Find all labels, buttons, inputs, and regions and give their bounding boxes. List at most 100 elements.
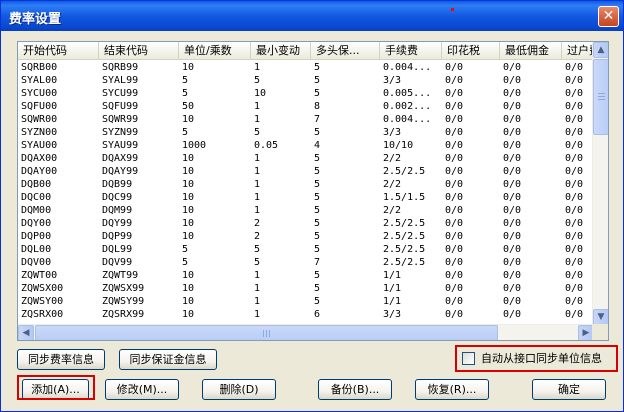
ok-button[interactable]: 确定 (532, 379, 606, 400)
scroll-up-button[interactable]: ▲ (593, 42, 608, 58)
table-cell: 5 (314, 205, 321, 216)
table-cell: 5 (314, 296, 321, 307)
scroll-down-button[interactable]: ▼ (593, 309, 608, 325)
table-row[interactable]: DQV00 DQV99 5 5 7 2.5/2.5 0/0 0/0 0/0 (18, 256, 594, 269)
horizontal-scroll-thumb[interactable] (35, 325, 498, 340)
table-cell: SYZN99 (102, 127, 139, 138)
table-cell: 3/3 (383, 75, 402, 86)
scrollbar-corner (592, 324, 608, 340)
table-row[interactable]: DQY00 DQY99 10 2 5 2.5/2.5 0/0 0/0 0/0 (18, 217, 594, 230)
table-cell: 0/0 (565, 62, 584, 73)
rate-list[interactable]: 开始代码 结束代码 单位/乘数 最小变动 多头保... 手续费 印花税 最低佣金 过户费 SQR… (17, 41, 609, 341)
table-cell: 0/0 (503, 127, 522, 138)
table-cell: 10 (182, 166, 195, 177)
table-cell: ZQWT99 (102, 270, 139, 281)
table-row[interactable]: SYAU00 SYAU99 1000 0.05 4 10/10 0/0 0/0 0/0 (18, 139, 594, 152)
table-cell: 10 (182, 62, 195, 73)
table-cell: ZQWSX00 (21, 283, 64, 294)
table-cell: 0.05 (254, 140, 279, 151)
table-row[interactable]: DQAY00 DQAY99 10 1 5 2.5/2.5 0/0 0/0 0/0 (18, 165, 594, 178)
title-bar[interactable]: 费率设置 ✕ (1, 1, 623, 31)
table-cell: 5 (314, 218, 321, 229)
vertical-scroll-thumb[interactable] (593, 59, 608, 135)
table-row[interactable]: ZQSRX00 ZQSRX99 10 1 6 3/3 0/0 0/0 0/0 (18, 308, 594, 321)
table-cell: 0/0 (565, 218, 584, 229)
delete-button[interactable]: 删除(D) (202, 379, 276, 400)
table-cell: 5 (314, 244, 321, 255)
table-row[interactable]: DQAX00 DQAX99 10 1 5 2/2 0/0 0/0 0/0 (18, 152, 594, 165)
table-row[interactable]: SQWR00 SQWR99 10 1 7 0.004... 0/0 0/0 0/0 (18, 113, 594, 126)
thumb-grip (263, 330, 264, 337)
table-cell: 10 (182, 283, 195, 294)
vertical-scrollbar[interactable]: ▲ ▼ (592, 42, 608, 325)
table-row[interactable]: DQP00 DQP99 10 2 5 2.5/2.5 0/0 0/0 0/0 (18, 230, 594, 243)
table-cell: 5 (314, 153, 321, 164)
table-cell: 0/0 (503, 101, 522, 112)
restore-button[interactable]: 恢复(R)... (415, 379, 489, 400)
table-cell: 0/0 (565, 231, 584, 242)
table-cell: 1000 (182, 140, 207, 151)
column-header[interactable]: 开始代码 (18, 42, 99, 60)
table-row[interactable]: ZQWSY00 ZQWSY99 10 1 5 1/1 0/0 0/0 0/0 (18, 295, 594, 308)
table-cell: 1 (254, 205, 261, 216)
table-cell: 10 (182, 296, 195, 307)
table-cell: 0/0 (445, 283, 464, 294)
table-cell: 1 (254, 166, 261, 177)
table-row[interactable]: DQB00 DQB99 10 1 5 2/2 0/0 0/0 0/0 (18, 178, 594, 191)
table-cell: DQB00 (21, 179, 52, 190)
table-cell: 1 (254, 114, 261, 125)
auto-sync-checkbox[interactable] (462, 352, 475, 365)
close-button[interactable]: ✕ (598, 6, 619, 27)
table-cell: DQP99 (102, 231, 133, 242)
table-row[interactable]: ZQWT00 ZQWT99 10 1 5 1/1 0/0 0/0 0/0 (18, 269, 594, 282)
column-header[interactable]: 多头保... (311, 42, 380, 60)
table-cell: 0/0 (503, 296, 522, 307)
table-cell: ZQSRX99 (102, 309, 145, 320)
column-header[interactable]: 印花税 (442, 42, 500, 60)
table-cell: 10 (182, 153, 195, 164)
add-button-highlight (17, 375, 95, 400)
table-row[interactable]: SQRB00 SQRB99 10 1 5 0.004... 0/0 0/0 0/0 (18, 61, 594, 74)
table-cell: 5 (314, 127, 321, 138)
table-cell: 2.5/2.5 (383, 218, 426, 229)
table-cell: 0/0 (565, 296, 584, 307)
column-header[interactable]: 最小变动 (251, 42, 311, 60)
table-cell: ZQWSX99 (102, 283, 145, 294)
table-cell: 10 (182, 192, 195, 203)
column-header[interactable]: 手续费 (380, 42, 442, 60)
table-cell: 1/1 (383, 270, 402, 281)
auto-sync-label[interactable]: 自动从接口同步单位信息 (481, 352, 602, 365)
table-row[interactable]: DQL00 DQL99 5 5 5 2.5/2.5 0/0 0/0 0/0 (18, 243, 594, 256)
sync-margin-button[interactable]: 同步保证金信息 (119, 349, 217, 370)
thumb-grip (598, 93, 605, 94)
column-header[interactable]: 结束代码 (99, 42, 179, 60)
scroll-left-button[interactable]: ◀ (18, 325, 34, 340)
table-cell: SQRB00 (21, 62, 58, 73)
table-cell: 0/0 (503, 62, 522, 73)
table-cell: 5 (254, 127, 261, 138)
table-row[interactable]: DQC00 DQC99 10 1 5 1.5/1.5 0/0 0/0 0/0 (18, 191, 594, 204)
rate-settings-dialog: 费率设置 ✕ 开始代码 结束代码 单位/乘数 最小变动 多头保... 手续费 印花税 最低佣金… (0, 0, 624, 412)
table-cell: 5 (254, 257, 261, 268)
sync-rate-button[interactable]: 同步费率信息 (17, 349, 105, 370)
table-row[interactable]: SQFU00 SQFU99 50 1 8 0.002... 0/0 0/0 0/0 (18, 100, 594, 113)
column-header[interactable]: 最低佣金 (500, 42, 562, 60)
table-cell: 0/0 (445, 231, 464, 242)
table-row[interactable]: SYZN00 SYZN99 5 5 5 3/3 0/0 0/0 0/0 (18, 126, 594, 139)
modify-button[interactable]: 修改(M)... (105, 379, 179, 400)
table-cell: 0/0 (503, 179, 522, 190)
table-cell: DQL99 (102, 244, 133, 255)
table-cell: 1 (254, 296, 261, 307)
horizontal-scrollbar[interactable]: ◀ ▶ (18, 324, 594, 340)
list-body[interactable]: SQRB00 SQRB99 10 1 5 0.004... 0/0 0/0 0/0 SYAL00 S… (18, 61, 594, 325)
table-row[interactable]: DQM00 DQM99 10 1 5 2/2 0/0 0/0 0/0 (18, 204, 594, 217)
backup-button[interactable]: 备份(B)... (318, 379, 392, 400)
table-row[interactable]: ZQWSX00 ZQWSX99 10 1 5 1/1 0/0 0/0 0/0 (18, 282, 594, 295)
column-header[interactable]: 单位/乘数 (179, 42, 251, 60)
table-cell: 5 (314, 88, 321, 99)
table-row[interactable]: SYAL00 SYAL99 5 5 5 3/3 0/0 0/0 0/0 (18, 74, 594, 87)
table-row[interactable]: SYCU00 SYCU99 5 10 5 0.005... 0/0 0/0 0/0 (18, 87, 594, 100)
table-cell: 8 (314, 101, 321, 112)
table-cell: 0/0 (503, 205, 522, 216)
table-cell: SYAU99 (102, 140, 139, 151)
